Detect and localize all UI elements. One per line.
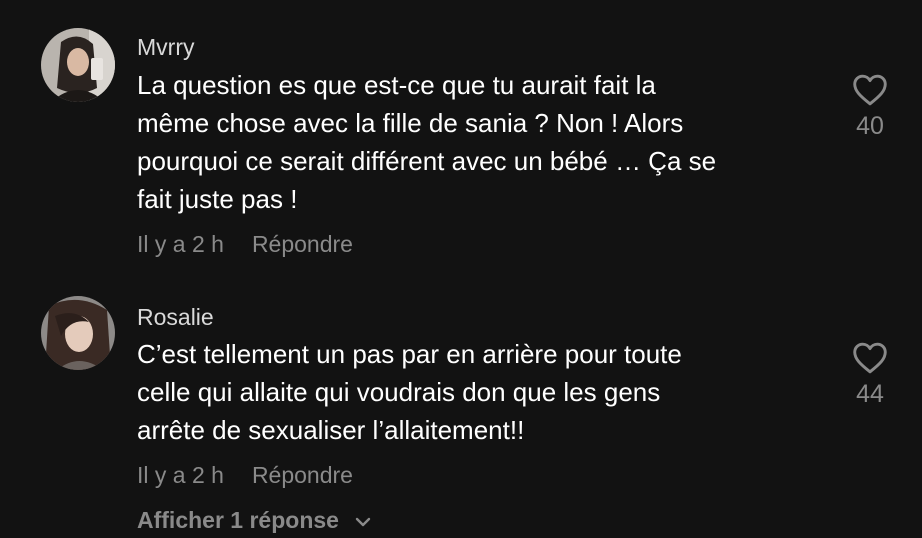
avatar[interactable]	[41, 296, 115, 370]
username[interactable]: Rosalie	[137, 304, 214, 331]
like-count: 40	[856, 112, 884, 140]
like-button[interactable]: 44	[838, 342, 902, 409]
username[interactable]: Mvrry	[137, 34, 194, 61]
comment-meta: Il y a 2 h Répondre	[137, 462, 353, 489]
comment-time: Il y a 2 h	[137, 462, 224, 488]
show-replies-button[interactable]: Afficher 1 réponse	[137, 507, 371, 534]
like-button[interactable]: 40	[838, 74, 902, 141]
comment-meta: Il y a 2 h Répondre	[137, 231, 353, 258]
avatar-image	[41, 28, 115, 102]
avatar-image	[41, 296, 115, 370]
show-replies-label: Afficher 1 réponse	[137, 507, 339, 533]
like-count: 44	[856, 380, 884, 408]
reply-button[interactable]: Répondre	[252, 462, 353, 488]
comment-text: C’est tellement un pas par en arrière po…	[137, 339, 682, 445]
comment-text: La question es que est-ce que tu aurait …	[137, 70, 717, 214]
comments-panel: Mvrry La question es que est-ce que tu a…	[0, 0, 922, 538]
comment-time: Il y a 2 h	[137, 231, 224, 257]
avatar[interactable]	[41, 28, 115, 102]
heart-icon	[853, 74, 887, 106]
heart-icon	[853, 342, 887, 374]
chevron-down-icon	[356, 517, 371, 527]
reply-button[interactable]: Répondre	[252, 231, 353, 257]
